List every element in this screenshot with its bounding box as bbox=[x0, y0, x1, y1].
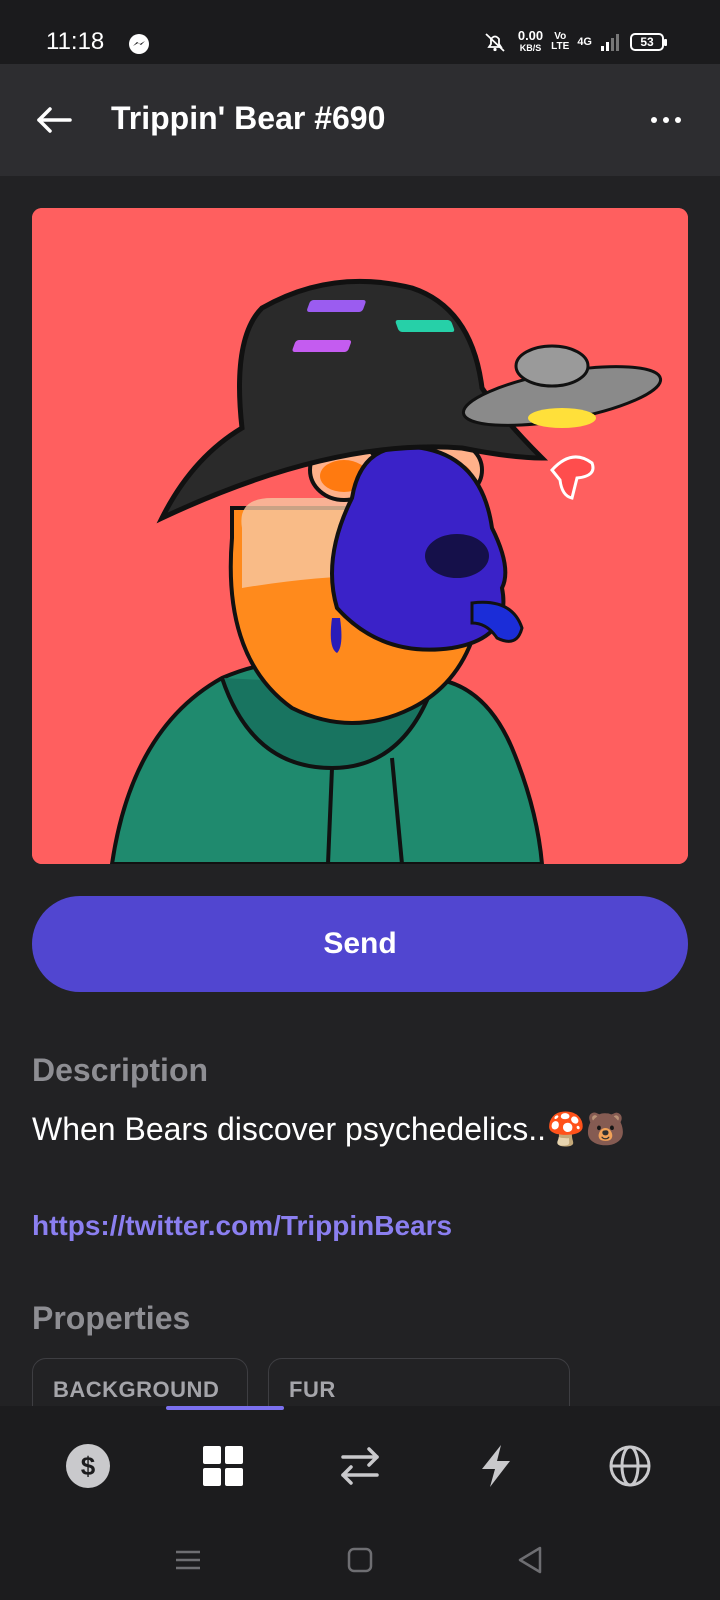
arrow-left-icon bbox=[37, 107, 72, 133]
more-options-button[interactable] bbox=[642, 100, 690, 140]
tab-swap[interactable] bbox=[330, 1436, 390, 1496]
swap-icon bbox=[341, 1447, 379, 1485]
network-type: 4G bbox=[577, 36, 592, 48]
volte-indicator: Vo LTE bbox=[551, 32, 569, 52]
net-speed-unit: KB/S bbox=[519, 43, 542, 53]
tab-wallet[interactable]: $ bbox=[58, 1436, 118, 1496]
recent-apps-button[interactable] bbox=[168, 1542, 208, 1578]
trippin-bear-artwork bbox=[32, 208, 688, 864]
twitter-link[interactable]: https://twitter.com/TrippinBears bbox=[32, 1210, 452, 1242]
dollar-icon: $ bbox=[66, 1444, 110, 1488]
page-title: Trippin' Bear #690 bbox=[111, 100, 386, 136]
send-button[interactable]: Send bbox=[32, 896, 688, 992]
description-title: Description bbox=[32, 1052, 209, 1088]
system-back-button[interactable] bbox=[510, 1542, 550, 1578]
home-button[interactable] bbox=[340, 1542, 380, 1578]
square-icon bbox=[347, 1547, 373, 1573]
lightning-icon bbox=[482, 1445, 510, 1487]
volte-bottom: LTE bbox=[551, 41, 570, 52]
bottom-tab-bar: $ bbox=[0, 1406, 720, 1522]
system-navigation-bar bbox=[0, 1522, 720, 1600]
status-time: 11:18 bbox=[46, 28, 105, 55]
status-bar: 11:18 0.00 KB/S Vo LTE 4G 53 bbox=[0, 0, 720, 64]
tab-activity[interactable] bbox=[466, 1436, 526, 1496]
mute-bell-icon bbox=[485, 33, 505, 52]
back-button[interactable] bbox=[30, 96, 78, 144]
description-text: When Bears discover psychedelics..🍄🐻 bbox=[32, 1111, 626, 1147]
tab-collectibles[interactable] bbox=[193, 1436, 253, 1496]
net-speed: 0.00 KB/S bbox=[517, 28, 544, 54]
signal-icon bbox=[601, 34, 619, 51]
nft-image bbox=[32, 208, 688, 864]
triangle-back-icon bbox=[518, 1546, 542, 1574]
active-tab-indicator bbox=[166, 1406, 284, 1410]
properties-title: Properties bbox=[32, 1300, 191, 1336]
more-horizontal-icon bbox=[651, 117, 681, 123]
menu-icon bbox=[176, 1550, 200, 1570]
svg-text:$: $ bbox=[81, 1451, 96, 1481]
property-label: BACKGROUND bbox=[53, 1377, 220, 1402]
net-speed-value: 0.00 bbox=[517, 28, 544, 43]
battery-indicator: 53 bbox=[630, 33, 667, 51]
globe-icon bbox=[609, 1445, 651, 1487]
app-header: Trippin' Bear #690 bbox=[0, 64, 720, 176]
tab-browser[interactable] bbox=[600, 1436, 660, 1496]
messenger-icon bbox=[129, 34, 149, 54]
property-label: FUR bbox=[289, 1377, 336, 1402]
grid-icon bbox=[203, 1446, 243, 1486]
status-indicators: 0.00 KB/S Vo LTE 4G 53 bbox=[480, 28, 667, 54]
